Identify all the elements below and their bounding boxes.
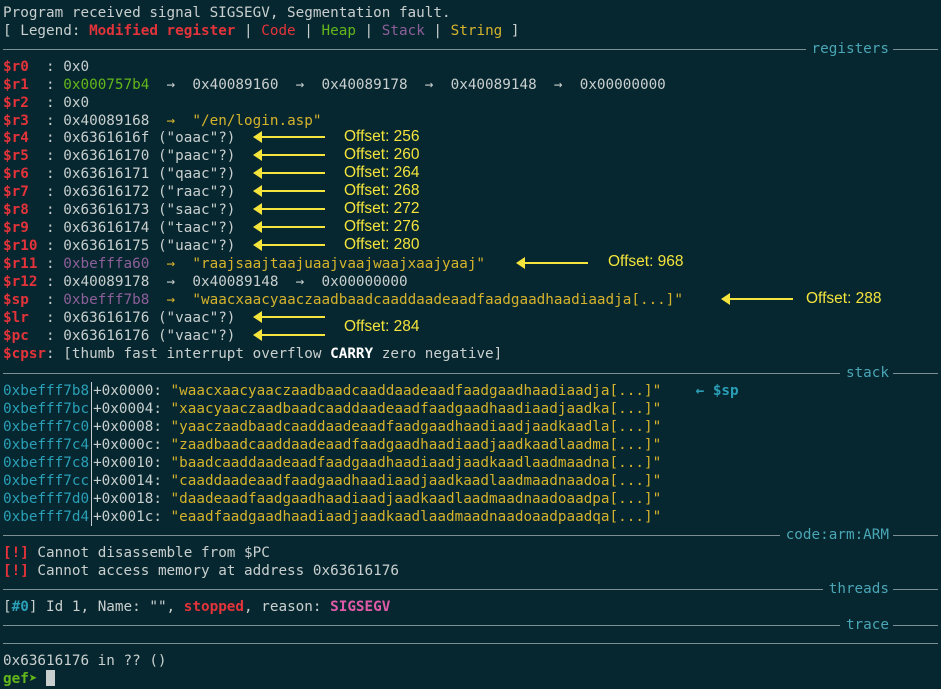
legend-heap: Heap (321, 23, 356, 39)
register-r12: $r12 : 0x40089178 → 0x40089148 → 0x00000… (3, 274, 408, 290)
register-lr: $lr : 0x63616176 ("vaac"?) (3, 310, 236, 326)
register-pc: $pc : 0x63616176 ("vaac"?) (3, 328, 236, 344)
offset-annotation: Offset: 272 (344, 200, 420, 217)
offset-annotation: Offset: 256 (344, 128, 420, 145)
trace-label: trace (839, 616, 893, 634)
annotation-arrow-sp (721, 293, 793, 305)
code-label: code:arm:ARM (779, 526, 893, 544)
offset-annotation: Offset: 284 (344, 318, 420, 335)
register-r9: $r9 : 0x63616174 ("taac"?) (3, 220, 236, 236)
register-r1: $r1 : 0x000757b4 → 0x40089160 → 0x400891… (3, 77, 666, 93)
register-r3: $r3 : 0x40089168 → "/en/login.asp" (3, 113, 322, 129)
thread-reason: SIGSEGV (330, 599, 391, 615)
annotation-arrow-r4 (253, 131, 325, 143)
offset-annotation: Offset: 264 (344, 164, 420, 181)
stack-entry: 0xbefff7c8 +0x0010: "baadcaaddaadeaadfaad… (3, 454, 662, 472)
annotation-arrow-r11 (516, 257, 588, 269)
register-r4: $r4 : 0x6361616f ("oaac"?) (3, 130, 236, 146)
trace-frame: 0x63616176 in ?? () (3, 653, 167, 669)
offset-annotation: Offset: 280 (344, 236, 420, 253)
signal-message: Program received signal SIGSEGV, Segment… (3, 5, 451, 21)
annotation-arrow-pc (253, 329, 325, 341)
stack-label: stack (839, 364, 893, 382)
register-r6: $r6 : 0x63616171 ("qaac"?) (3, 166, 236, 182)
code-separator: code:arm:ARM (3, 526, 938, 544)
stack-entry: 0xbefff7c0 +0x0008: "yaaczaadbaadcaaddaad… (3, 418, 662, 436)
offset-annotation: Offset: 268 (344, 182, 420, 199)
offset-annotation: Offset: 968 (608, 253, 684, 270)
annotation-arrow-r8 (253, 203, 325, 215)
annotation-arrow-r9 (253, 221, 325, 233)
annotation-arrow-r6 (253, 167, 325, 179)
offset-annotation: Offset: 260 (344, 146, 420, 163)
thread-state: stopped (183, 599, 245, 615)
error-icon: [!] (3, 563, 29, 579)
text-cursor (46, 670, 56, 686)
annotation-arrow-r10 (253, 239, 325, 251)
registers-separator: registers (3, 40, 938, 58)
register-sp: $sp : 0xbefff7b8 → "waacxaacyaaczaadbaad… (3, 292, 684, 308)
register-r2: $r2 : 0x0 (3, 95, 90, 111)
register-r7: $r7 : 0x63616172 ("raac"?) (3, 184, 236, 200)
register-r8: $r8 : 0x63616173 ("saac"?) (3, 202, 236, 218)
annotation-arrow-lr (253, 311, 325, 323)
register-r11: $r11 : 0xbefffa60 → "raajsaajtaajuaajvaa… (3, 256, 486, 272)
legend-code: Code (261, 23, 296, 39)
register-r5: $r5 : 0x63616170 ("paac"?) (3, 148, 236, 164)
cpsr-carry-flag: CARRY (330, 346, 374, 362)
code-error-disassemble: [!] Cannot disassemble from $PC (3, 545, 270, 561)
threads-separator: threads (3, 580, 938, 598)
register-r10: $r10 : 0x63616175 ("uaac"?) (3, 238, 236, 254)
trace-separator: trace (3, 616, 938, 634)
stack-entry: 0xbefff7cc +0x0014: "caaddaadeaadfaadgaad… (3, 472, 662, 490)
stack-entry: 0xbefff7c4 +0x000c: "zaadbaadcaaddaadeaad… (3, 436, 662, 454)
threads-label: threads (822, 580, 893, 598)
offset-annotation: Offset: 288 (806, 290, 882, 307)
context-end-separator (3, 634, 938, 652)
command-prompt[interactable]: gef➤ (3, 670, 56, 688)
stack-separator: stack (3, 364, 938, 382)
gdb-terminal[interactable]: Program received signal SIGSEGV, Segment… (0, 0, 941, 689)
legend: [ Legend: Modified register | Code | Hea… (3, 23, 520, 39)
legend-modified: Modified register (89, 23, 236, 39)
register-cpsr: $cpsr: [thumb fast interrupt overflow CA… (3, 346, 503, 362)
code-error-memory: [!] Cannot access memory at address 0x63… (3, 563, 399, 579)
stack-entry: 0xbefff7bc +0x0004: "xaacyaaczaadbaadcaad… (3, 400, 662, 418)
error-icon: [!] (3, 545, 29, 561)
stack-entry: 0xbefff7b8 +0x0000: "waacxaacyaaczaadbaad… (3, 382, 739, 400)
legend-stack: Stack (381, 23, 425, 39)
stack-entry: 0xbefff7d4 +0x001c: "eaadfaadgaadhaadiaad… (3, 508, 662, 526)
legend-string: String (450, 23, 503, 39)
annotation-arrow-r7 (253, 185, 325, 197)
stack-entry: 0xbefff7d0 +0x0018: "daadeaadfaadgaadhaad… (3, 490, 662, 508)
offset-annotation: Offset: 276 (344, 218, 420, 235)
annotation-arrow-r5 (253, 149, 325, 161)
gef-prompt: gef➤ (3, 671, 47, 687)
registers-label: registers (805, 40, 893, 58)
thread-entry: [#0] Id 1, Name: "", stopped, reason: SI… (3, 599, 391, 615)
register-r0: $r0 : 0x0 (3, 59, 90, 75)
sp-pointer-marker: ← $sp (695, 383, 739, 399)
